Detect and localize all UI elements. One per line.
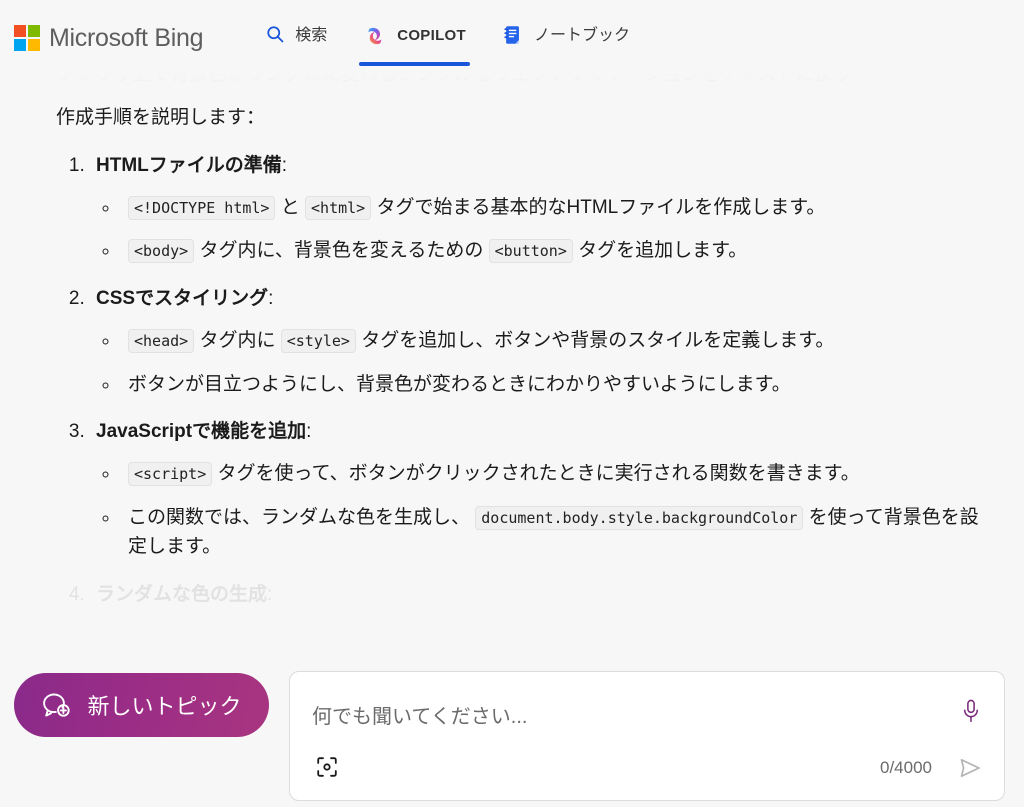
substep-text: タグ内に	[194, 330, 281, 352]
substeps-list: <head> タグ内に <style> タグを追加し、ボタンや背景のスタイルを定…	[120, 326, 984, 399]
microphone-icon	[960, 698, 982, 724]
step-colon: :	[306, 421, 312, 443]
inline-code: <!DOCTYPE html>	[128, 195, 276, 220]
brand-title: Microsoft Bing	[49, 23, 204, 52]
new-topic-label: 新しいトピック	[87, 694, 242, 719]
substeps-list: <!DOCTYPE html> と <html> タグで始まる基本的なHTMLフ…	[120, 193, 984, 266]
step-title: HTMLファイルの準備	[96, 154, 282, 176]
inline-code: <body>	[128, 239, 195, 264]
substep-item: <script> タグを使って、ボタンがクリックされたときに実行される関数を書き…	[120, 459, 984, 488]
substep-text: タグを使って、ボタンがクリックされたときに実行される関数を書きます。	[212, 463, 860, 485]
step-colon: :	[267, 583, 273, 605]
substep-text: タグを追加し、ボタンや背景のスタイルを定義します。	[355, 330, 835, 352]
copilot-icon	[363, 24, 387, 48]
chat-plus-icon	[41, 690, 73, 720]
send-button[interactable]	[954, 753, 986, 783]
inline-code: <head>	[128, 329, 195, 354]
step-item: CSSでスタイリング:	[90, 284, 984, 314]
step-item: ランダムな色の生成:	[90, 580, 984, 610]
inline-code: <button>	[488, 239, 573, 264]
substeps-list: <script> タグを使って、ボタンがクリックされたときに実行される関数を書き…	[120, 459, 984, 561]
step-item: HTMLファイルの準備:	[90, 151, 984, 181]
inline-code: <script>	[128, 462, 213, 487]
search-icon	[265, 24, 285, 44]
steps-list: HTMLファイルの準備:<!DOCTYPE html> と <html> タグで…	[90, 151, 984, 611]
substep-text: ボタンが目立つようにし、背景色が変わるときにわかりやすいようにします。	[128, 373, 791, 395]
substep-text: タグで始まる基本的なHTMLファイルを作成します。	[371, 196, 826, 218]
substep-text: タグを追加します。	[572, 240, 748, 262]
substep-text: と	[275, 196, 306, 218]
tab-search-label: 検索	[295, 27, 328, 44]
app-header: Microsoft Bing 検索 COPILOT ノートブック	[0, 0, 1024, 74]
step-title: JavaScriptで機能を追加	[96, 421, 307, 443]
prompt-input-box[interactable]: 0/4000	[289, 671, 1005, 801]
microphone-button[interactable]	[956, 694, 986, 728]
character-counter: 0/4000	[880, 758, 932, 777]
inline-code: <style>	[280, 329, 356, 354]
tab-notebook[interactable]: ノートブック	[484, 0, 648, 68]
send-arrow-icon	[957, 756, 983, 780]
composer-bar: 新しいトピック 何でも聞いてください... 0/4000	[0, 665, 1024, 807]
tab-notebook-label: ノートブック	[533, 27, 630, 44]
step-item: JavaScriptで機能を追加:	[90, 417, 984, 447]
tab-copilot-label: COPILOT	[397, 27, 466, 44]
substep-item: <body> タグ内に、背景色を変えるための <button> タグを追加します…	[120, 236, 984, 265]
tab-copilot[interactable]: COPILOT	[345, 0, 484, 68]
step-title: ランダムな色の生成	[96, 583, 268, 605]
header-nav-tabs: 検索 COPILOT ノートブック	[247, 0, 648, 74]
inline-code: <html>	[305, 195, 372, 220]
step-title: CSSでスタイリング	[96, 287, 269, 309]
step-colon: :	[281, 154, 288, 176]
bing-logo[interactable]: Microsoft Bing	[14, 0, 203, 74]
new-topic-button[interactable]: 新しいトピック	[14, 673, 269, 737]
tab-search[interactable]: 検索	[247, 0, 345, 68]
substep-text: タグ内に、背景色を変えるための	[194, 240, 489, 262]
step-colon: :	[268, 287, 274, 309]
substep-item: ボタンが目立つようにし、背景色が変わるときにわかりやすいようにします。	[120, 370, 984, 399]
visual-search-button[interactable]	[312, 752, 342, 782]
inline-code: document.body.style.backgroundColor	[475, 505, 804, 530]
substep-item: <!DOCTYPE html> と <html> タグで始まる基本的なHTMLフ…	[120, 193, 984, 222]
visual-search-camera-icon	[315, 755, 339, 779]
conversation-scroll-area[interactable]: ブラウザ上で背景色がランダムに変わるシンプルなウェブアプリケーションをテキストに…	[0, 58, 1024, 658]
prompt-input[interactable]	[312, 694, 940, 740]
substep-item: <head> タグ内に <style> タグを追加し、ボタンや背景のスタイルを定…	[120, 326, 984, 355]
substep-item: この関数では、ランダムな色を生成し、 document.body.style.b…	[120, 503, 984, 562]
intro-paragraph: 作成手順を説明します：	[56, 107, 266, 129]
substep-text: この関数では、ランダムな色を生成し、	[128, 506, 476, 528]
active-tab-indicator	[359, 62, 470, 66]
notebook-icon	[502, 24, 524, 46]
microsoft-logo-icon	[14, 25, 40, 51]
